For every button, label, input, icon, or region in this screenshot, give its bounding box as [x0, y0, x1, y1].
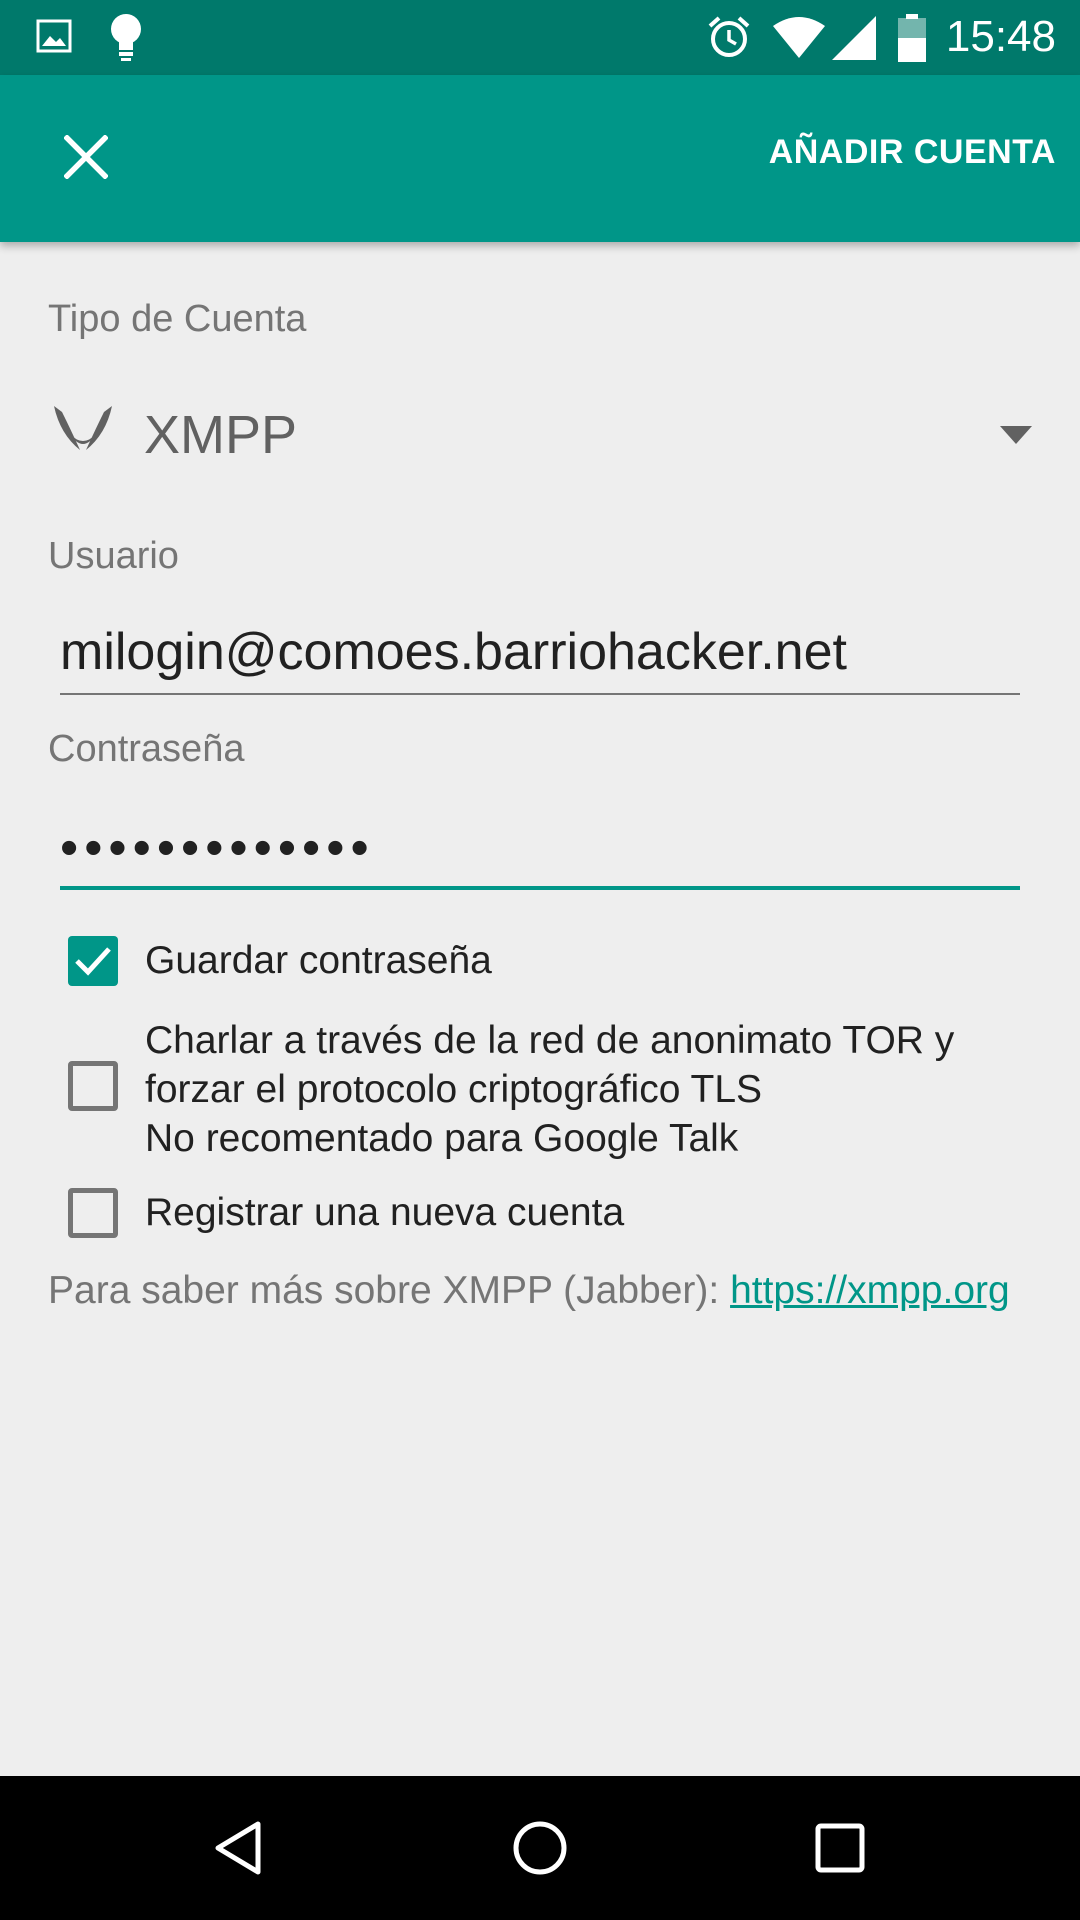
navigation-bar: [0, 1776, 1080, 1920]
account-type-label: Tipo de Cuenta: [48, 298, 307, 340]
account-type-value: XMPP: [144, 405, 298, 465]
save-password-label: Guardar contraseña: [145, 939, 492, 982]
back-button[interactable]: [200, 1808, 280, 1888]
lightbulb-notification-icon: [106, 12, 146, 67]
username-label: Usuario: [48, 535, 179, 577]
alarm-icon: [706, 14, 752, 65]
tor-label-line-3: No recomentado para Google Talk: [145, 1117, 739, 1160]
password-label: Contraseña: [48, 728, 245, 770]
username-underline: [60, 693, 1020, 695]
app-bar: AÑADIR CUENTA: [0, 75, 1080, 242]
wifi-icon: [772, 16, 826, 63]
password-field[interactable]: [60, 808, 1020, 888]
close-icon: [63, 133, 109, 184]
tor-label-line-2: forzar el protocolo criptográfico TLS: [145, 1068, 763, 1111]
xmpp-logo-icon: [52, 404, 114, 459]
recents-button[interactable]: [800, 1808, 880, 1888]
status-bar: 15:48: [0, 0, 1080, 75]
cellular-signal-icon: [832, 16, 876, 65]
dropdown-arrow-icon: [1000, 426, 1032, 449]
save-password-checkbox[interactable]: [68, 936, 118, 986]
save-password-checkbox-row[interactable]: Guardar contraseña: [68, 936, 968, 990]
tor-label-line-1: Charlar a través de la red de anonimato …: [145, 1019, 955, 1062]
home-button[interactable]: [500, 1808, 580, 1888]
add-account-button[interactable]: AÑADIR CUENTA: [769, 133, 1056, 172]
close-button[interactable]: [46, 119, 126, 199]
tor-checkbox[interactable]: [68, 1061, 118, 1111]
home-icon: [500, 1821, 580, 1892]
account-type-spinner[interactable]: XMPP: [48, 390, 1032, 480]
image-notification-icon: [36, 18, 72, 59]
username-field[interactable]: [60, 612, 1020, 692]
register-label: Registrar una nueva cuenta: [145, 1191, 625, 1234]
recents-icon: [800, 1823, 880, 1892]
battery-icon: [898, 14, 926, 67]
info-text: Para saber más sobre XMPP (Jabber):: [48, 1269, 731, 1312]
password-underline: [60, 886, 1020, 890]
register-checkbox-row[interactable]: Registrar una nueva cuenta: [68, 1188, 968, 1242]
screen: 15:48 AÑADIR CUENTA Tipo de Cuenta XMPP: [0, 0, 1080, 1920]
info-text-block: Para saber más sobre XMPP (Jabber): http…: [48, 1266, 1028, 1316]
tor-checkbox-row[interactable]: Charlar a través de la red de anonimato …: [68, 1016, 1018, 1166]
status-time: 15:48: [945, 12, 1056, 61]
register-checkbox[interactable]: [68, 1188, 118, 1238]
xmpp-link[interactable]: https://xmpp.org: [730, 1269, 1010, 1312]
back-icon: [200, 1821, 280, 1892]
